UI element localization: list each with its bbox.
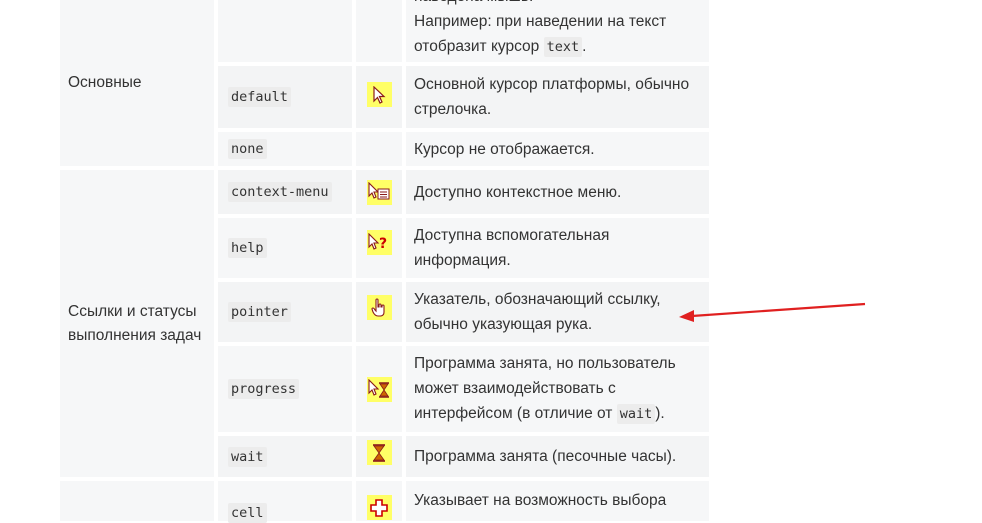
annotation-arrow xyxy=(679,302,866,322)
